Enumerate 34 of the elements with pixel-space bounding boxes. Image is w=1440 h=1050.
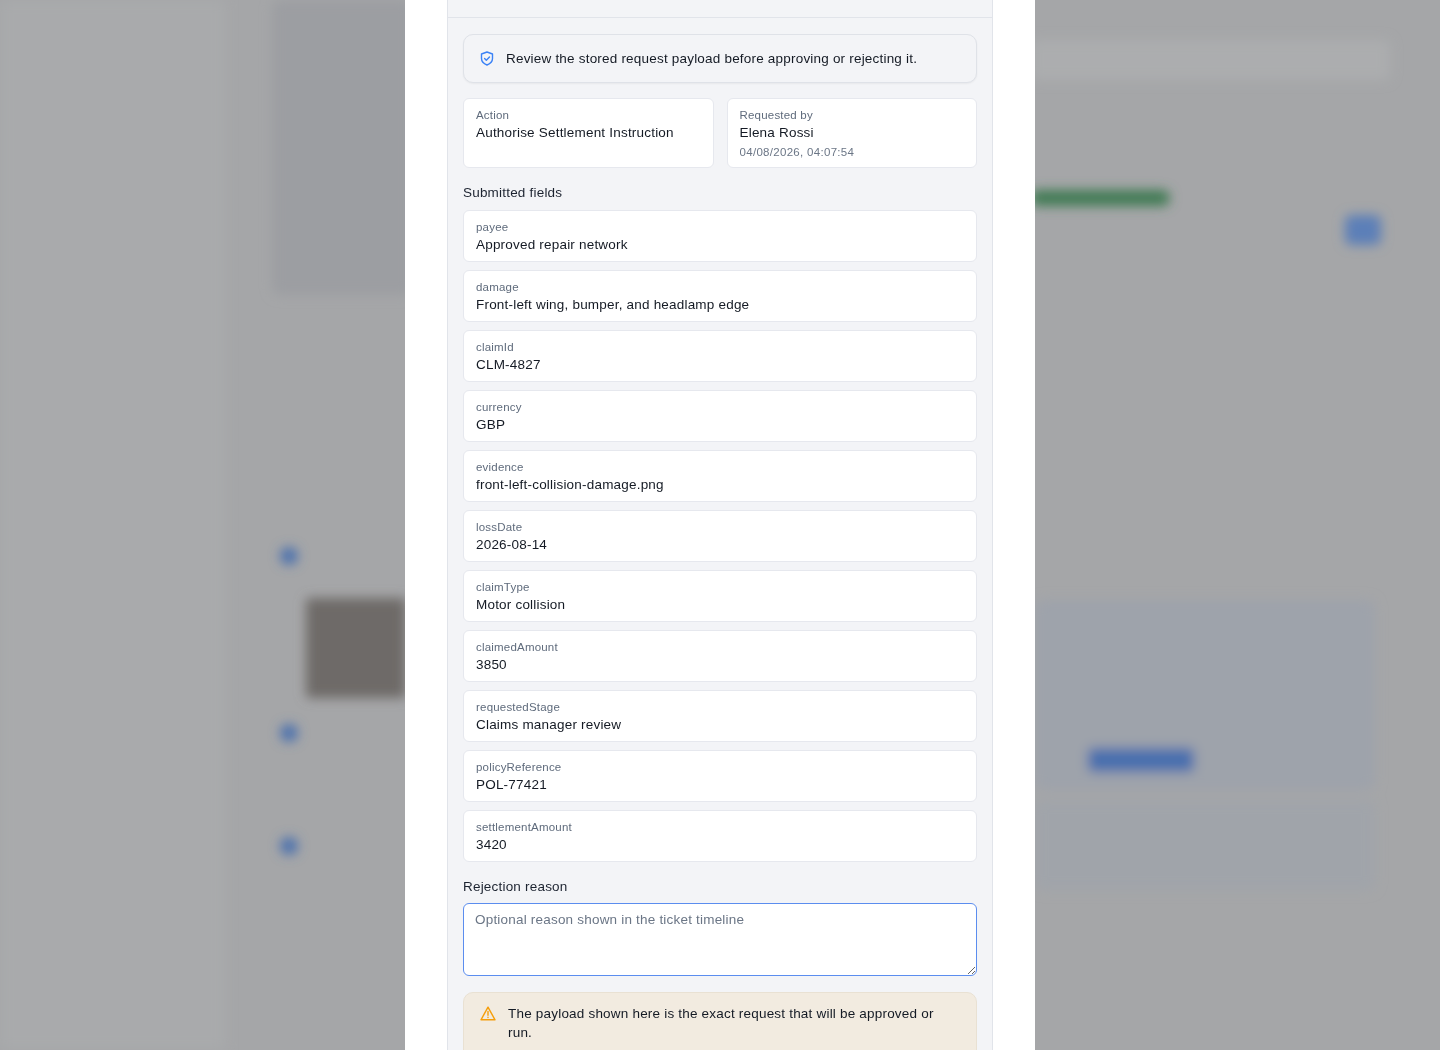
rejection-reason-field[interactable]: Optional reason shown in the ticket timeline [463,903,977,976]
field-value: Front-left wing, bumper, and headlamp edge [476,296,751,314]
field-label: Requested by [739,108,814,123]
field-label: policyReference [476,760,563,775]
field-label: evidence [476,460,525,475]
field-value: POL-77421 [476,776,548,794]
field-label: claimedAmount [476,640,559,655]
field-value: GBP [476,416,507,434]
field-value: Authorise Settlement Instruction [476,124,675,142]
field-label: Rejection reason [463,879,569,895]
section-heading: Submitted fields [463,185,564,201]
warning-icon [480,1006,496,1021]
field-value: Claims manager review [476,716,623,734]
field-value: CLM-4827 [476,356,542,374]
field-value: Approved repair network [476,236,629,254]
field-value: Motor collision [476,596,567,614]
field-value: 2026-08-14 [476,536,549,554]
field-label: damage [476,280,520,295]
field-value: 3420 [476,836,508,854]
field-value: 3850 [476,656,508,674]
info-text: Review the stored request payload before approving or rejecting it. [506,51,918,66]
field-label: Action [476,108,511,123]
field-label: currency [476,400,523,415]
field-label: requestedStage [476,700,561,715]
field-label: settlementAmount [476,820,573,835]
field-label: lossDate [476,520,524,535]
shield-check-icon [480,51,494,66]
field-value: front-left-collision-damage.png [476,476,665,494]
request-timestamp: 04/08/2026, 04:07:54 [739,145,856,160]
field-value: Elena Rossi [739,124,815,142]
field-label: claimType [476,580,531,595]
field-label: claimId [476,340,515,355]
warning-text: The payload shown here is the exact request that will be approved or run. [508,1005,935,1042]
field-label: payee [476,220,510,235]
